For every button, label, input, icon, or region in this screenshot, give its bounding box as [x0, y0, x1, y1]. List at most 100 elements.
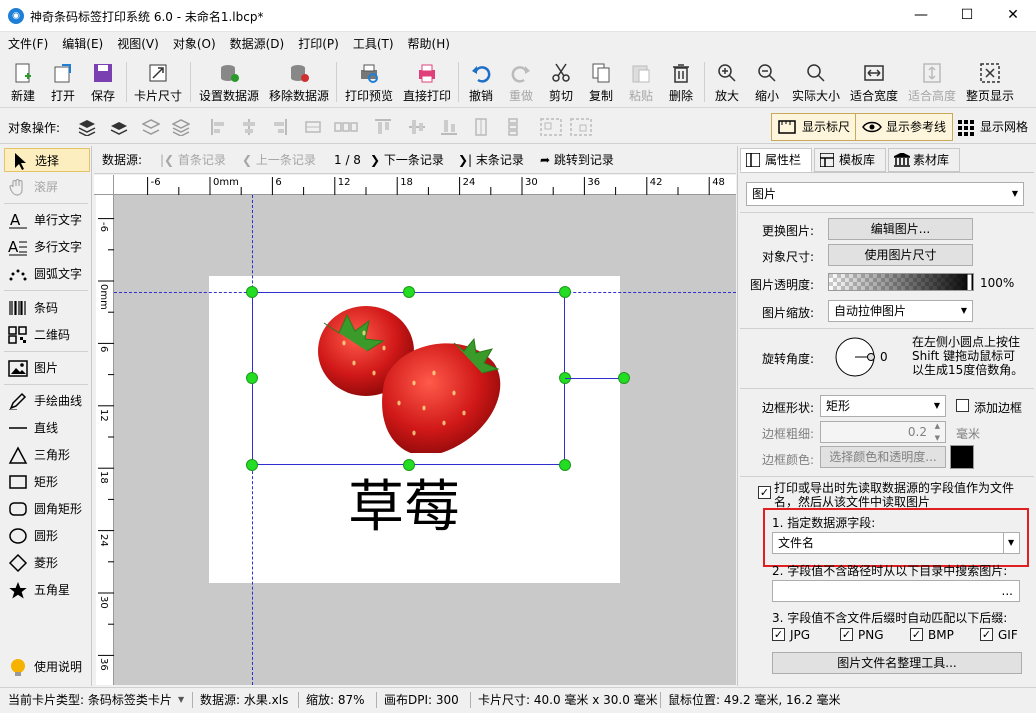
tool-diamond[interactable]: 菱形: [4, 551, 90, 575]
ext-gif-checkbox[interactable]: ✓: [980, 628, 993, 641]
add-border-checkbox[interactable]: [956, 399, 969, 412]
set-datasource-button[interactable]: 设置数据源: [196, 60, 262, 106]
tool-rect[interactable]: 矩形: [4, 470, 90, 494]
resize-handle-tl[interactable]: [246, 286, 258, 298]
direct-print-button[interactable]: 直接打印: [400, 60, 454, 106]
spinner-icon[interactable]: ▲ ▼: [935, 420, 940, 444]
bring-to-front-icon[interactable]: [78, 118, 96, 136]
resize-handle-t[interactable]: [403, 286, 415, 298]
ext-bmp-checkbox[interactable]: ✓: [910, 628, 923, 641]
align-middle-icon[interactable]: [408, 118, 426, 136]
object-type-select[interactable]: 图片 ▼: [746, 182, 1024, 206]
paste-button[interactable]: 粘贴: [622, 60, 660, 106]
close-button[interactable]: ✕: [990, 0, 1036, 31]
resize-handle-l[interactable]: [246, 372, 258, 384]
border-width-input[interactable]: 0.2 ▲ ▼: [820, 421, 946, 443]
tool-multi-text[interactable]: A 多行文字: [4, 235, 90, 259]
image-scale-select[interactable]: 自动拉伸图片 ▼: [828, 300, 973, 322]
card-size-button[interactable]: 卡片尺寸: [130, 60, 186, 106]
align-bottom-icon[interactable]: [440, 118, 458, 136]
border-shape-select[interactable]: 矩形 ▼: [820, 395, 946, 417]
tab-properties[interactable]: 属性栏: [740, 148, 812, 172]
copy-button[interactable]: 复制: [582, 60, 620, 106]
ext-png-checkbox[interactable]: ✓: [840, 628, 853, 641]
print-preview-button[interactable]: 打印预览: [342, 60, 396, 106]
resize-handle-tr[interactable]: [559, 286, 571, 298]
tool-triangle[interactable]: 三角形: [4, 443, 90, 467]
label-text[interactable]: 草莓: [304, 475, 504, 541]
menu-tools[interactable]: 工具(T): [347, 32, 400, 56]
datasource-field-select[interactable]: 文件名 ▼: [772, 532, 1020, 554]
read-from-field-checkbox[interactable]: ✓: [758, 486, 771, 499]
space-evenly-icon[interactable]: [334, 118, 358, 136]
tool-line[interactable]: 直线: [4, 416, 90, 440]
distribute-horizontal-icon[interactable]: [304, 118, 322, 136]
opacity-slider[interactable]: [828, 273, 974, 291]
tab-templates[interactable]: 模板库: [814, 148, 886, 172]
tool-scroll[interactable]: 滚屏: [4, 175, 90, 199]
rotation-dial[interactable]: [834, 336, 878, 378]
new-button[interactable]: 新建: [4, 60, 42, 106]
maximize-button[interactable]: ☐: [944, 0, 990, 31]
prev-record-button[interactable]: ❮ 上一条记录: [242, 146, 316, 174]
delete-button[interactable]: 删除: [662, 60, 700, 106]
jump-to-record-button[interactable]: ➦ 跳转到记录: [540, 146, 614, 174]
tool-circle[interactable]: 圆形: [4, 524, 90, 548]
next-record-button[interactable]: ❯ 下一条记录: [370, 146, 444, 174]
menu-file[interactable]: 文件(F): [2, 32, 54, 56]
full-page-button[interactable]: 整页显示: [962, 60, 1018, 106]
tool-select[interactable]: 选择: [4, 148, 90, 172]
show-guides-toggle[interactable]: 显示参考线: [855, 113, 954, 141]
filename-organize-button[interactable]: 图片文件名整理工具...: [772, 652, 1022, 674]
redo-button[interactable]: 重做: [502, 60, 540, 106]
tool-round-rect[interactable]: 圆角矩形: [4, 497, 90, 521]
tool-qrcode[interactable]: 二维码: [4, 323, 90, 347]
tool-barcode[interactable]: 条码: [4, 296, 90, 320]
last-record-button[interactable]: ❯| 末条记录: [458, 146, 524, 174]
border-color-button[interactable]: 选择颜色和透明度...: [820, 446, 946, 468]
open-button[interactable]: 打开: [44, 60, 82, 106]
bring-forward-icon[interactable]: [110, 118, 128, 136]
show-ruler-toggle[interactable]: 显示标尺: [771, 113, 858, 141]
ext-jpg-checkbox[interactable]: ✓: [772, 628, 785, 641]
browse-button[interactable]: ...: [1002, 581, 1013, 601]
resize-handle-b[interactable]: [403, 459, 415, 471]
menu-view[interactable]: 视图(V): [111, 32, 165, 56]
menu-print[interactable]: 打印(P): [292, 32, 345, 56]
show-grid-toggle[interactable]: 显示网格: [956, 113, 1028, 141]
help-button[interactable]: 使用说明: [4, 655, 90, 679]
tool-single-text[interactable]: A 单行文字: [4, 208, 90, 232]
zoom-in-button[interactable]: 放大: [708, 60, 746, 106]
menu-edit[interactable]: 编辑(E): [56, 32, 109, 56]
align-right-icon[interactable]: [270, 118, 288, 136]
tool-freehand[interactable]: 手绘曲线: [4, 389, 90, 413]
use-image-size-button[interactable]: 使用图片尺寸: [828, 244, 973, 266]
ungroup-icon[interactable]: [570, 118, 592, 136]
design-canvas[interactable]: 草莓: [114, 195, 736, 685]
edit-image-button[interactable]: 编辑图片...: [828, 218, 973, 240]
distribute-vertical-icon[interactable]: [472, 118, 490, 136]
card-type-dropdown-icon[interactable]: ▼: [178, 688, 184, 712]
fit-width-button[interactable]: 适合宽度: [846, 60, 902, 106]
tool-image[interactable]: 图片: [4, 356, 90, 380]
minimize-button[interactable]: —: [898, 0, 944, 31]
menu-object[interactable]: 对象(O): [167, 32, 222, 56]
zoom-out-button[interactable]: 缩小: [748, 60, 786, 106]
remove-datasource-button[interactable]: 移除数据源: [266, 60, 332, 106]
save-button[interactable]: 保存: [84, 60, 122, 106]
align-top-icon[interactable]: [374, 118, 392, 136]
fit-height-button[interactable]: 适合高度: [904, 60, 960, 106]
actual-size-button[interactable]: 实际大小: [788, 60, 844, 106]
tool-star[interactable]: 五角星: [4, 578, 90, 602]
align-left-icon[interactable]: [210, 118, 228, 136]
align-center-icon[interactable]: [240, 118, 258, 136]
undo-button[interactable]: 撤销: [462, 60, 500, 106]
search-dir-input[interactable]: ...: [772, 580, 1020, 602]
resize-handle-br[interactable]: [559, 459, 571, 471]
resize-handle-bl[interactable]: [246, 459, 258, 471]
cut-button[interactable]: 剪切: [542, 60, 580, 106]
send-backward-icon[interactable]: [142, 118, 160, 136]
tool-arc-text[interactable]: 圆弧文字: [4, 262, 90, 286]
border-color-swatch[interactable]: [950, 445, 974, 469]
send-to-back-icon[interactable]: [172, 118, 190, 136]
